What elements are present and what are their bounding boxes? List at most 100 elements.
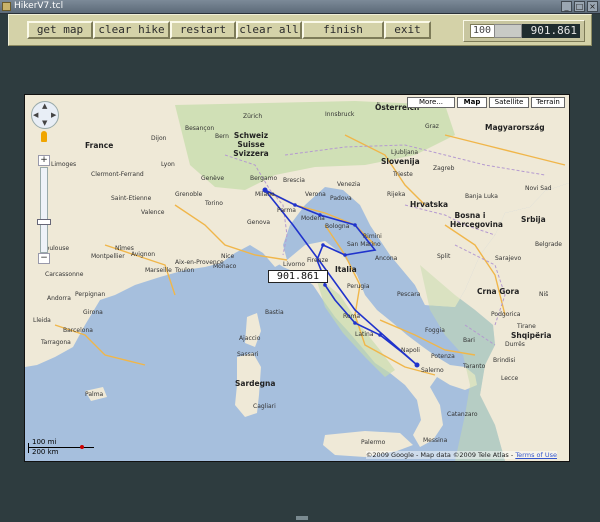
map-label: Barcelona: [63, 327, 93, 334]
map-label: Bosna i Hercegovina: [450, 211, 503, 229]
maximize-icon[interactable]: □: [574, 1, 585, 12]
map-label: Salerno: [421, 367, 444, 374]
map-label: Ljubljana: [391, 149, 419, 156]
map-label: Brindisi: [493, 357, 516, 364]
route-distance-label: 901.861: [268, 270, 328, 283]
map-scale-bar: 100 mi 200 km: [28, 438, 98, 458]
map-label: Besançon: [185, 125, 215, 132]
map-label: Sardegna: [235, 379, 276, 388]
map-label: Brescia: [283, 177, 305, 184]
map-label: Srbija: [521, 215, 546, 224]
map-label: Dijon: [151, 135, 167, 142]
resize-grip[interactable]: [296, 516, 308, 520]
map-label: Ajaccio: [239, 335, 261, 342]
map-label: Modena: [301, 215, 325, 222]
pan-control[interactable]: ▲ ▼ ◀ ▶: [31, 101, 59, 129]
map-type-map-button[interactable]: Map: [457, 97, 487, 108]
map-label: Perpignan: [75, 291, 106, 298]
map-label: Torino: [205, 200, 223, 207]
map-label: Italia: [335, 265, 357, 274]
zoom-in-button[interactable]: +: [38, 155, 50, 166]
map-label: Bologna: [325, 223, 350, 230]
zoom-slider-track[interactable]: [40, 167, 48, 253]
map-label: Niš: [539, 291, 549, 298]
distance-readout: 901.861: [522, 24, 580, 38]
map-label: Pescara: [397, 291, 421, 298]
clear-all-button[interactable]: clear all: [236, 21, 302, 39]
exit-button[interactable]: exit: [384, 21, 431, 39]
map-label: Lleida: [33, 317, 51, 324]
map-label: Saint-Etienne: [111, 195, 152, 202]
map-label: Sassari: [237, 351, 259, 358]
map-label: Durrës: [505, 341, 525, 348]
map-label: Parma: [277, 207, 296, 214]
window-titlebar[interactable]: HikerV7.tcl _ □ ×: [0, 0, 600, 14]
clear-hike-button[interactable]: clear hike: [93, 21, 170, 39]
terms-of-use-link[interactable]: Terms of Use: [515, 451, 557, 459]
toolbar: get map clear hike restart clear all fin…: [8, 14, 592, 46]
map-label: Carcassonne: [45, 271, 84, 278]
map-label: Innsbruck: [325, 111, 355, 118]
map-label: Shqipëria: [511, 331, 552, 340]
map-label: Bergamo: [250, 175, 278, 182]
map-label: Girona: [83, 309, 103, 316]
map-label: Monaco: [213, 263, 237, 270]
pan-up-icon[interactable]: ▲: [42, 102, 47, 110]
map-label: San Marino: [347, 241, 381, 248]
get-map-button[interactable]: get map: [27, 21, 93, 39]
map-label: Zürich: [243, 113, 263, 120]
pan-right-icon[interactable]: ▶: [51, 111, 56, 119]
map-label: Palma: [85, 391, 104, 398]
restart-button[interactable]: restart: [170, 21, 236, 39]
map-label: Latina: [355, 331, 374, 338]
map-label: Rimini: [363, 233, 382, 240]
map-label: Cagliari: [253, 403, 276, 410]
map-label: Milano: [255, 191, 275, 198]
map-label: Verona: [305, 191, 326, 198]
zoom-slider-thumb[interactable]: [37, 219, 51, 225]
map-label: Magyarország: [485, 123, 545, 132]
map-label: Avignon: [131, 251, 156, 258]
minimize-icon[interactable]: _: [561, 1, 572, 12]
map-label: Roma: [343, 313, 361, 320]
map-type-satellite-button[interactable]: Satellite: [489, 97, 529, 108]
map-canvas[interactable]: France Schweiz Suisse Svizzera Italia Hr…: [24, 94, 570, 462]
map-label: Novi Sad: [525, 185, 552, 192]
map-type-terrain-button[interactable]: Terrain: [531, 97, 565, 108]
scale-miles-label: 100 mi: [32, 438, 57, 446]
app-icon: [2, 2, 11, 11]
map-label: Rijeka: [387, 191, 406, 198]
street-view-pegman-icon[interactable]: [41, 131, 47, 142]
map-label: Toulon: [175, 267, 195, 274]
map-label: Belgrade: [535, 241, 562, 248]
map-label: Sarajevo: [495, 255, 522, 262]
pan-left-icon[interactable]: ◀: [33, 111, 38, 119]
pan-down-icon[interactable]: ▼: [42, 119, 47, 127]
map-label: Padova: [330, 195, 352, 202]
map-label: Grenoble: [175, 191, 203, 198]
map-label: Montpellier: [91, 253, 125, 260]
map-label: Napoli: [401, 347, 420, 354]
map-label: Tirane: [517, 323, 536, 330]
map-type-more-button[interactable]: More...: [407, 97, 455, 108]
map-label: Schweiz Suisse Svizzera: [233, 131, 269, 158]
speed-slider-handle[interactable]: [494, 24, 522, 38]
copyright-text: ©2009 Google - Map data ©2009 Tele Atlas…: [365, 451, 516, 459]
map-label: Hrvatska: [410, 200, 449, 209]
map-label: Clermont-Ferrand: [91, 171, 144, 178]
map-navigation-control: ▲ ▼ ◀ ▶ + −: [31, 101, 59, 264]
map-label: Catanzaro: [447, 411, 478, 418]
finish-button[interactable]: finish: [302, 21, 384, 39]
map-label: Ancona: [375, 255, 398, 262]
map-label: Bern: [215, 133, 229, 140]
zoom-out-button[interactable]: −: [38, 253, 50, 264]
map-label: Messina: [423, 437, 448, 444]
map-label: Marseille: [145, 267, 172, 274]
map-label: Palermo: [361, 439, 386, 446]
map-label: Crna Gora: [477, 287, 520, 296]
close-icon[interactable]: ×: [587, 1, 598, 12]
map-label: Potenza: [431, 353, 455, 360]
map-label: Graz: [425, 123, 439, 130]
map-label: Taranto: [463, 363, 486, 370]
map-label: Bari: [463, 337, 475, 344]
